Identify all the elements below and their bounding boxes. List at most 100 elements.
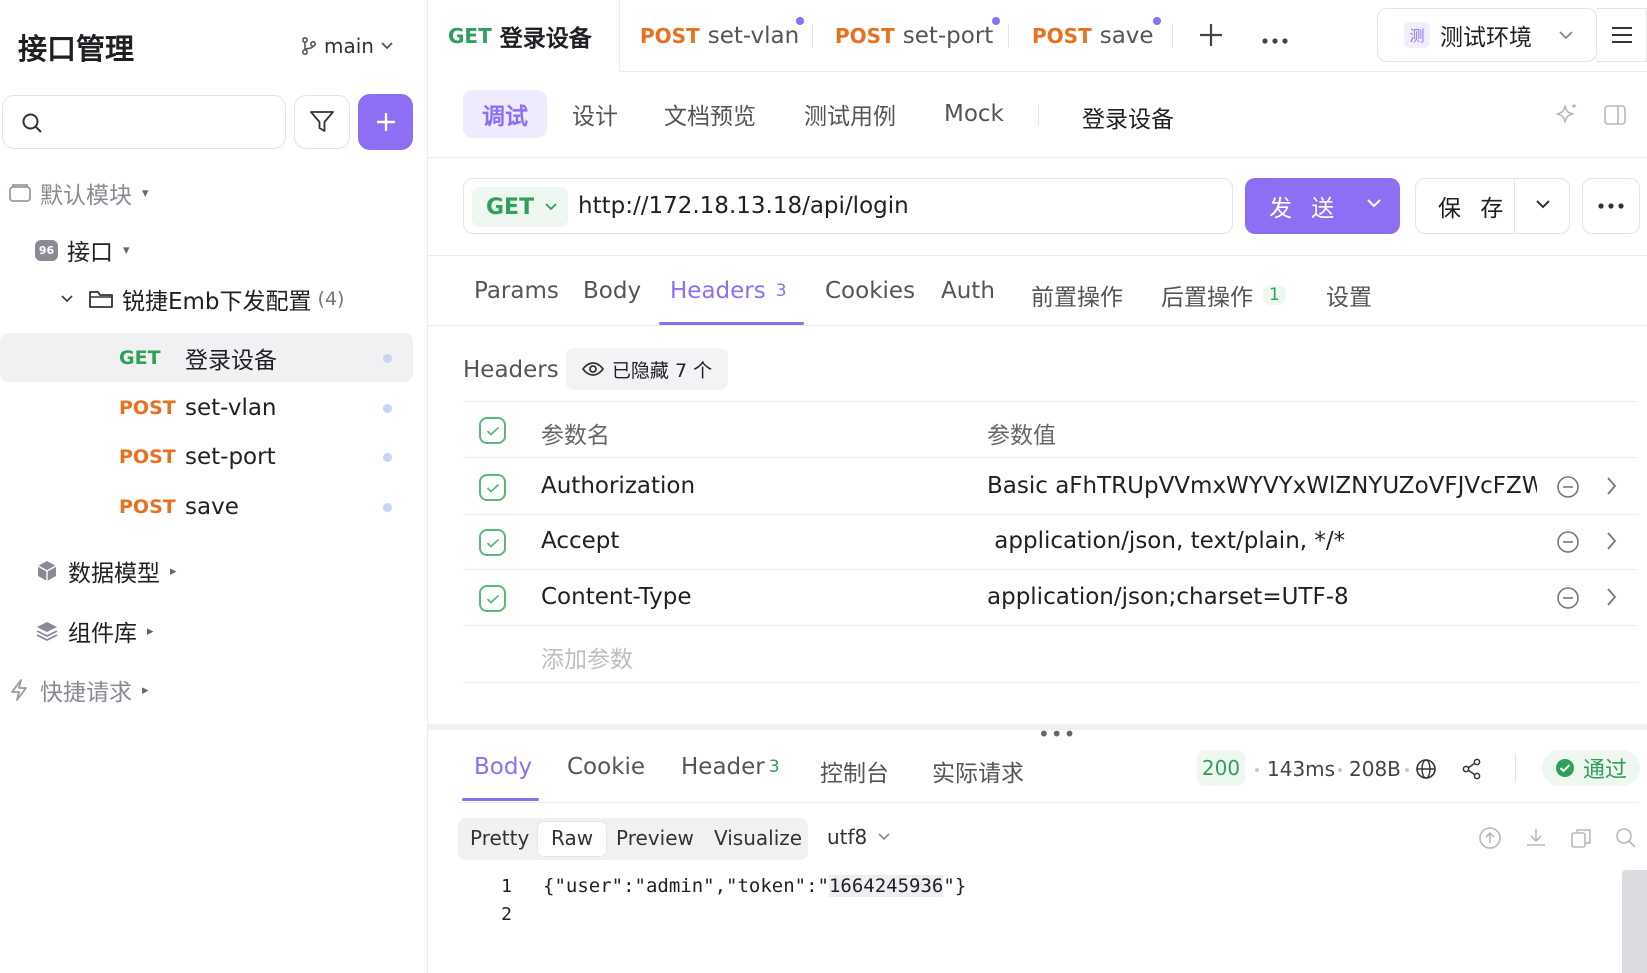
chevron-down-icon [1559, 31, 1573, 40]
hidden-headers-toggle[interactable]: 已隐藏 7 个 [566, 348, 728, 390]
scrollbar[interactable] [1622, 870, 1647, 973]
divider [1515, 754, 1516, 782]
module-icon [9, 184, 31, 202]
resp-tab-actual-request[interactable]: 实际请求 [932, 754, 1024, 788]
url-input[interactable]: http://172.18.13.18/api/login [578, 193, 909, 219]
globe-icon[interactable] [1415, 758, 1437, 780]
header-value[interactable]: Basic aFhTRUpVVmxWYVYxWlZNYUZoVFJVcFZWbX [987, 473, 1537, 499]
format-preview[interactable]: Preview [616, 826, 694, 850]
check-circle-icon [1555, 759, 1574, 777]
search-input[interactable] [2, 95, 286, 149]
hidden-headers-label: 已隐藏 7 个 [611, 359, 713, 382]
tree-data-models[interactable]: 数据模型 ▸ [35, 554, 177, 588]
tabs-more-button[interactable] [1262, 30, 1288, 49]
req-tab-auth[interactable]: Auth [941, 278, 995, 304]
tree-quick-requests[interactable]: 快捷请求 ▸ [8, 673, 149, 707]
branch-icon [301, 36, 317, 56]
remove-circle-icon[interactable] [1556, 530, 1580, 554]
resp-tab-body[interactable]: Body [474, 754, 532, 780]
encoding-select[interactable]: utf8 [827, 825, 891, 849]
menu-button[interactable] [1597, 8, 1647, 62]
resp-tab-cookie[interactable]: Cookie [567, 754, 645, 780]
new-tab-button[interactable] [1198, 22, 1224, 52]
remove-circle-icon[interactable] [1556, 475, 1580, 499]
chevron-right-icon[interactable] [1606, 587, 1618, 607]
add-param-input[interactable]: 添加参数 [541, 640, 633, 674]
req-tab-body[interactable]: Body [583, 278, 641, 304]
req-tab-settings[interactable]: 设置 [1326, 278, 1372, 312]
header-value[interactable]: application/json;charset=UTF-8 [987, 584, 1537, 610]
tab-name: 登录设备 [499, 25, 592, 52]
save-button[interactable]: 保 存 [1415, 178, 1570, 234]
tree-endpoint-login[interactable]: GET 登录设备 [119, 335, 409, 380]
req-tab-cookies[interactable]: Cookies [825, 278, 915, 304]
tree-components[interactable]: 组件库 ▸ [35, 614, 154, 648]
tab-save[interactable]: POST save [1032, 0, 1161, 72]
tab-set-vlan[interactable]: POST set-vlan [640, 0, 804, 72]
tab-name: set-vlan [707, 23, 800, 49]
download-icon[interactable] [1524, 826, 1548, 850]
resp-tab-header[interactable]: Header 3 [681, 754, 780, 780]
environment-selector[interactable]: 测 测试环境 [1377, 8, 1597, 62]
column-header-value: 参数值 [987, 423, 1056, 449]
drag-handle-icon[interactable]: ••• [1038, 722, 1076, 746]
plus-icon [376, 113, 395, 131]
mode-tab-doc-preview[interactable]: 文档预览 [664, 90, 756, 138]
tab-set-port[interactable]: POST set-port [835, 0, 1000, 72]
mode-tab-design[interactable]: 设计 [572, 90, 618, 138]
share-icon[interactable] [1461, 758, 1483, 780]
env-name: 测试环境 [1440, 25, 1532, 51]
chevron-right-icon[interactable] [1606, 531, 1618, 551]
upload-icon[interactable] [1478, 826, 1502, 850]
req-tab-headers[interactable]: Headers 3 [670, 278, 787, 304]
tab-separator [812, 24, 813, 48]
method-select[interactable]: GET [472, 187, 568, 227]
header-name[interactable]: Accept [541, 528, 619, 554]
select-all-checkbox[interactable] [479, 417, 506, 444]
add-button[interactable] [358, 94, 413, 150]
format-raw[interactable]: Raw [538, 822, 607, 856]
status-code-badge: 200 [1197, 750, 1245, 786]
header-name[interactable]: Authorization [541, 473, 695, 499]
more-actions-button[interactable] [1582, 178, 1640, 234]
env-badge: 测 [1404, 22, 1430, 48]
remove-circle-icon[interactable] [1556, 586, 1580, 610]
tree-folder[interactable]: 锐捷Emb下发配置 (4) [60, 282, 344, 316]
ai-sparkle-button[interactable] [1553, 102, 1579, 132]
code-line: {"user":"admin","token":"1664245936"} [543, 875, 966, 897]
mode-tab-debug[interactable]: 调试 [463, 90, 547, 138]
check-icon [486, 483, 499, 493]
branch-selector[interactable]: main [300, 34, 394, 58]
mode-tab-mock[interactable]: Mock [944, 90, 1004, 138]
mode-tab-test-cases[interactable]: 测试用例 [804, 90, 896, 138]
search-icon[interactable] [1614, 826, 1638, 850]
format-pretty[interactable]: Pretty [470, 826, 529, 850]
tree-endpoint-set-vlan[interactable]: POST set-vlan [119, 385, 409, 430]
toggle-panel-button[interactable] [1603, 104, 1627, 130]
row-checkbox[interactable] [479, 474, 506, 501]
method-label: POST [119, 396, 176, 419]
tree-endpoint-set-port[interactable]: POST set-port [119, 434, 409, 479]
chevron-down-icon [1536, 200, 1550, 209]
filter-button[interactable] [294, 95, 350, 149]
header-name[interactable]: Content-Type [541, 584, 692, 610]
format-visualize[interactable]: Visualize [714, 826, 802, 850]
send-button[interactable]: 发 送 [1245, 178, 1400, 234]
req-tab-post-ops[interactable]: 后置操作 1 [1161, 278, 1286, 312]
more-horizontal-icon [1262, 38, 1288, 44]
row-checkbox[interactable] [479, 585, 506, 612]
chevron-right-icon[interactable] [1606, 476, 1618, 496]
tree-endpoint-save[interactable]: POST save [119, 484, 409, 529]
divider [428, 325, 1647, 326]
header-value[interactable]: application/json, text/plain, */* [987, 528, 1537, 554]
row-checkbox[interactable] [479, 529, 506, 556]
tree-default-module-label: 默认模块 [40, 183, 132, 209]
resp-tab-console[interactable]: 控制台 [820, 754, 889, 788]
copy-icon[interactable] [1569, 826, 1593, 850]
req-tab-params[interactable]: Params [474, 278, 559, 304]
tree-default-module[interactable]: 默认模块 ▾ [8, 176, 149, 210]
tab-login[interactable]: GET 登录设备 [428, 0, 620, 72]
req-tab-pre-ops[interactable]: 前置操作 [1031, 278, 1123, 312]
tree-interfaces[interactable]: 96 接口 ▾ [35, 233, 130, 267]
test-result-badge: 通过 [1542, 750, 1640, 786]
